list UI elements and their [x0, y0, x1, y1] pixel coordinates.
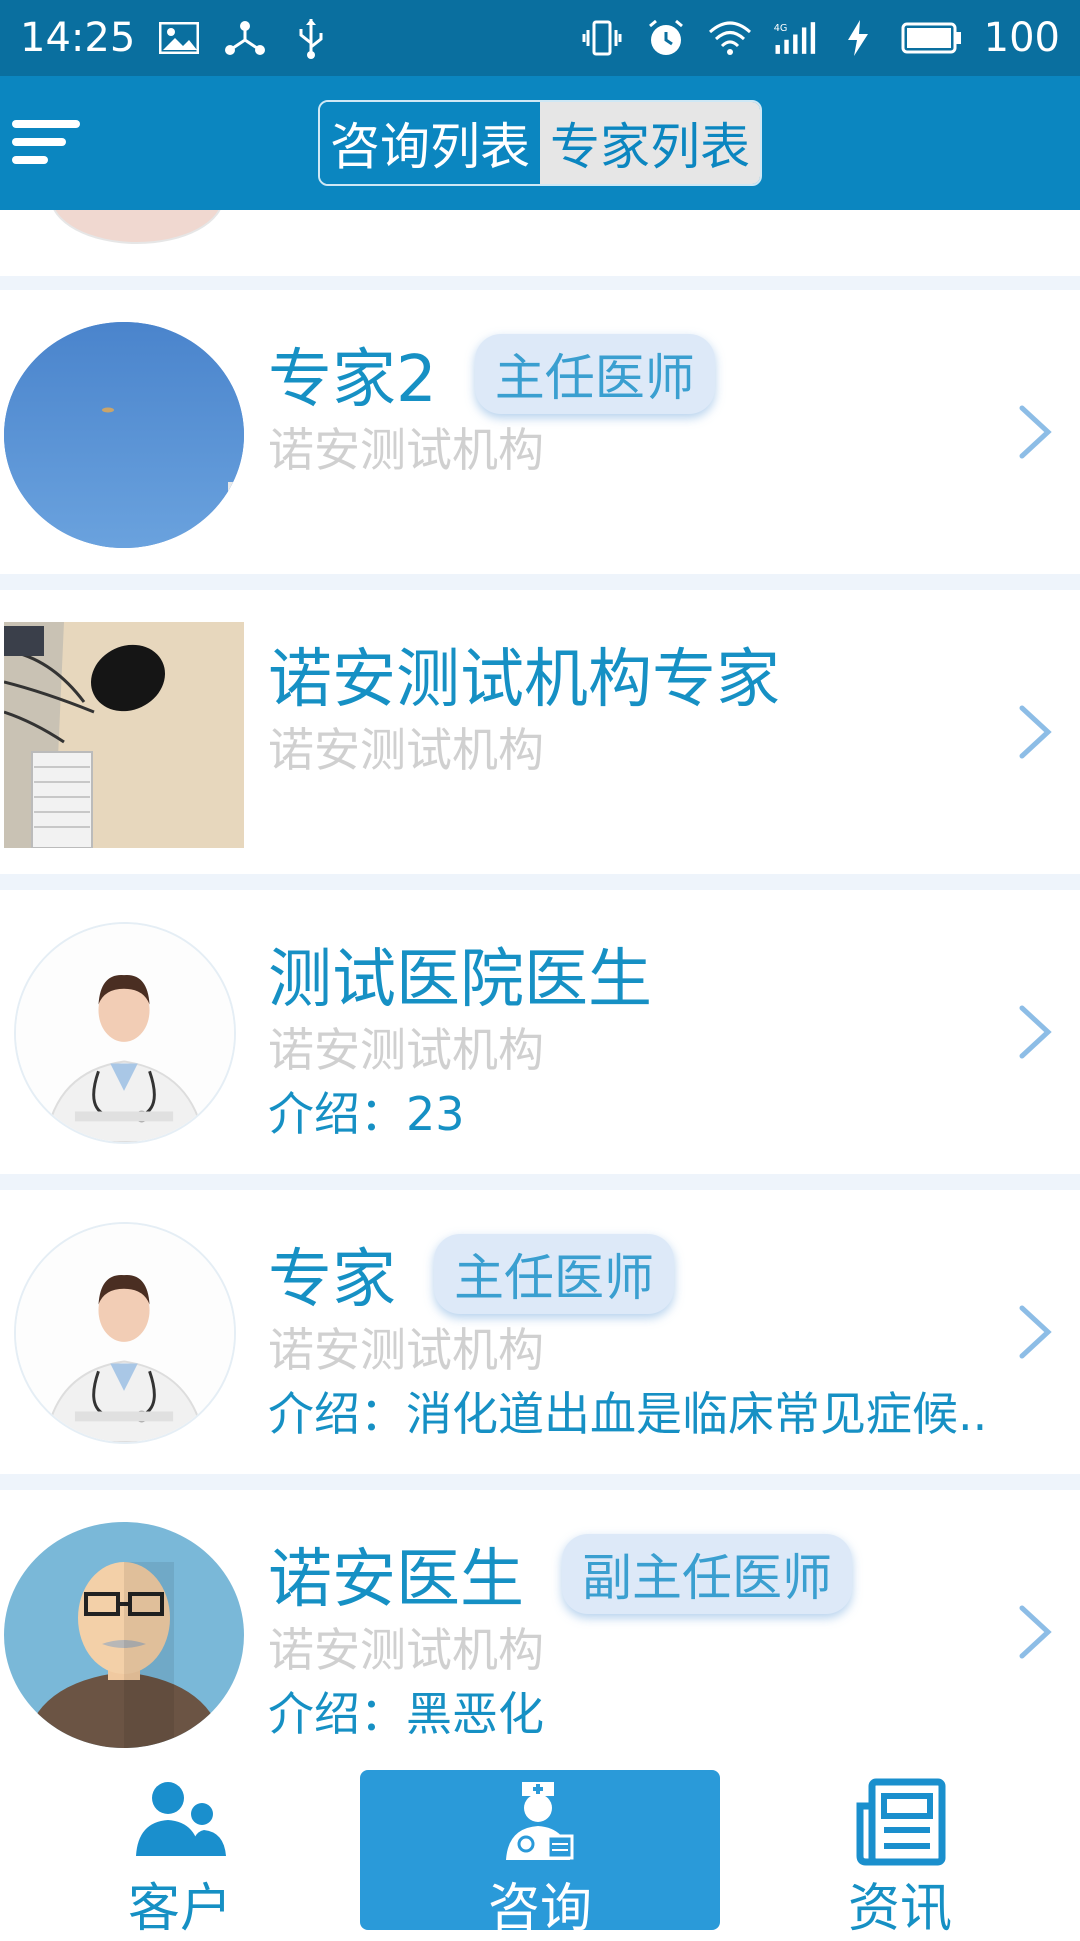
avatar — [14, 1222, 236, 1444]
expert-name: 测试医院医生 — [268, 943, 652, 1017]
chevron-right-icon — [1016, 402, 1054, 462]
charging-icon — [836, 16, 880, 60]
tab-consult-list[interactable]: 咨询列表 — [320, 102, 540, 184]
status-bar: 14:25 4G 100 — [0, 0, 1080, 76]
chevron-right-icon — [1016, 1002, 1054, 1062]
status-time: 14:25 — [20, 15, 136, 61]
nav-label: 资讯 — [847, 1879, 952, 1939]
org-name: 诺安测试机构 — [268, 423, 544, 477]
chevron-right-icon — [1016, 1302, 1054, 1362]
usb-icon — [289, 16, 333, 60]
title-badge: 副主任医师 — [562, 1534, 852, 1614]
share-icon — [223, 16, 267, 60]
list-item[interactable]: 专家 主任医师 诺安测试机构 介绍：消化道出血是临床常见症候.. — [0, 1190, 1080, 1474]
name-line: 测试医院医生 — [268, 928, 652, 1020]
signal-4g-icon: 4G — [772, 16, 816, 60]
alarm-icon — [644, 16, 688, 60]
nav-tab-news[interactable]: 资讯 — [720, 1766, 1080, 1939]
name-line: 专家2 主任医师 — [268, 328, 715, 420]
avatar — [4, 1522, 244, 1748]
customers-icon — [132, 1776, 228, 1868]
expert-intro: 介绍：23 — [268, 1087, 465, 1141]
title-badge: 主任医师 — [434, 1234, 674, 1314]
list-item[interactable]: 诺安测试机构专家 诺安测试机构 — [0, 590, 1080, 874]
chevron-right-icon — [1016, 1602, 1054, 1662]
org-name: 诺安测试机构 — [268, 1023, 544, 1077]
expert-name: 专家 — [268, 1243, 396, 1317]
battery-icon — [900, 16, 964, 60]
app-header: 咨询列表 专家列表 — [0, 76, 1080, 210]
avatar — [50, 210, 224, 244]
list-item[interactable]: 诺安医生 副主任医师 诺安测试机构 介绍：黑恶化 — [0, 1490, 1080, 1766]
vibrate-icon — [580, 16, 624, 60]
avatar — [4, 322, 244, 548]
image-icon — [157, 16, 201, 60]
expert-intro: 介绍：黑恶化 — [268, 1687, 544, 1741]
org-name: 诺安测试机构 — [268, 1623, 544, 1677]
expert-name: 诺安测试机构专家 — [268, 643, 780, 717]
wifi-icon — [708, 16, 752, 60]
battery-level: 100 — [983, 15, 1060, 61]
expert-name: 专家2 — [268, 343, 437, 417]
avatar — [14, 922, 236, 1144]
expert-intro: 介绍：消化道出血是临床常见症候.. — [268, 1387, 988, 1441]
doctor-icon — [492, 1776, 588, 1868]
title-badge: 主任医师 — [474, 334, 715, 414]
bottom-nav: 客户 咨询 资讯 — [0, 1766, 1080, 1939]
org-name: 诺安测试机构 — [268, 723, 544, 777]
name-line: 诺安测试机构专家 — [268, 628, 780, 720]
name-line: 专家 主任医师 — [268, 1228, 674, 1320]
expert-name: 诺安医生 — [268, 1543, 524, 1617]
expert-list[interactable]: 专家2 主任医师 诺安测试机构 诺安测试机构专家 诺安测试机构 测试医院医生 诺… — [0, 210, 1080, 1766]
org-name: 诺安测试机构 — [268, 1323, 544, 1377]
list-item-partial[interactable] — [0, 210, 1080, 276]
avatar — [4, 622, 244, 848]
nav-tab-consult[interactable]: 咨询 — [360, 1766, 720, 1939]
nav-tab-customers[interactable]: 客户 — [0, 1766, 360, 1939]
list-item[interactable]: 专家2 主任医师 诺安测试机构 — [0, 290, 1080, 574]
tab-expert-list[interactable]: 专家列表 — [540, 102, 760, 184]
chevron-right-icon — [1016, 702, 1054, 762]
news-icon — [852, 1776, 948, 1868]
name-line: 诺安医生 副主任医师 — [268, 1528, 852, 1620]
menu-icon[interactable] — [10, 116, 82, 172]
svg-text:4G: 4G — [773, 23, 787, 34]
list-switcher: 咨询列表 专家列表 — [318, 100, 762, 186]
nav-label: 客户 — [127, 1879, 232, 1939]
list-item[interactable]: 测试医院医生 诺安测试机构 介绍：23 — [0, 890, 1080, 1174]
nav-label: 咨询 — [487, 1879, 592, 1939]
